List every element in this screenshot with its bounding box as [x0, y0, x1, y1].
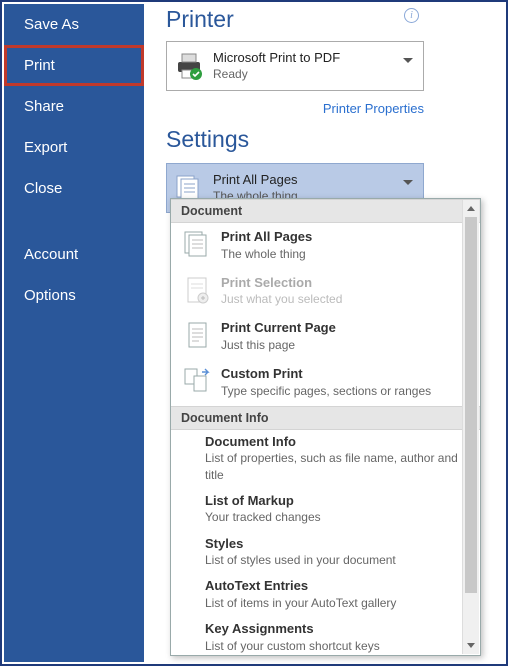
- option-title: Print All Pages: [221, 228, 312, 246]
- option-title: List of Markup: [205, 492, 470, 510]
- option-title: Key Assignments: [205, 620, 470, 638]
- backstage-print-view: Save As Print Share Export Close Account…: [0, 0, 508, 666]
- dropdown-option-print-selection: Print Selection Just what you selected: [171, 269, 480, 315]
- option-title: Document Info: [205, 433, 470, 451]
- dropdown-group-document: Document: [171, 199, 480, 223]
- dropdown-option-document-info[interactable]: Document Info List of properties, such a…: [171, 430, 480, 489]
- printer-name: Microsoft Print to PDF: [213, 50, 340, 67]
- scroll-down-button[interactable]: [463, 637, 479, 654]
- option-title: Print Current Page: [221, 319, 336, 337]
- sidebar-item-close[interactable]: Close: [4, 168, 144, 209]
- option-subtitle: List of your custom shortcut keys: [205, 638, 470, 654]
- print-what-title: Print All Pages: [213, 172, 298, 189]
- settings-section-title: Settings: [166, 126, 504, 153]
- option-subtitle: List of properties, such as file name, a…: [205, 450, 470, 482]
- option-subtitle: List of styles used in your document: [205, 552, 470, 568]
- scroll-up-button[interactable]: [463, 200, 479, 217]
- info-icon[interactable]: i: [404, 8, 419, 23]
- sidebar-item-print[interactable]: Print: [4, 45, 144, 86]
- dropdown-option-styles[interactable]: Styles List of styles used in your docum…: [171, 532, 480, 575]
- option-title: Print Selection: [221, 274, 342, 292]
- option-subtitle: Just what you selected: [221, 291, 342, 307]
- sidebar-item-export[interactable]: Export: [4, 127, 144, 168]
- pages-stack-icon: [181, 228, 213, 260]
- sidebar-item-share[interactable]: Share: [4, 86, 144, 127]
- printer-icon: [173, 50, 205, 82]
- printer-status: Ready: [213, 67, 340, 83]
- dropdown-option-print-current-page[interactable]: Print Current Page Just this page: [171, 314, 480, 360]
- selection-page-icon: [181, 274, 213, 306]
- scrollbar-thumb[interactable]: [465, 217, 477, 593]
- dropdown-option-custom-print[interactable]: Custom Print Type specific pages, sectio…: [171, 360, 480, 406]
- dropdown-option-list-of-markup[interactable]: List of Markup Your tracked changes: [171, 489, 480, 532]
- option-subtitle: Just this page: [221, 337, 336, 353]
- sidebar-item-save-as[interactable]: Save As: [4, 4, 144, 45]
- sidebar-item-options[interactable]: Options: [4, 275, 144, 316]
- custom-pages-icon: [181, 365, 213, 397]
- single-page-icon: [181, 319, 213, 351]
- dropdown-scrollbar[interactable]: [462, 200, 479, 654]
- option-subtitle: The whole thing: [221, 246, 312, 262]
- option-title: Custom Print: [221, 365, 431, 383]
- backstage-sidebar: Save As Print Share Export Close Account…: [4, 4, 144, 662]
- option-title: Styles: [205, 535, 470, 553]
- dropdown-option-print-all-pages[interactable]: Print All Pages The whole thing: [171, 223, 480, 269]
- option-title: AutoText Entries: [205, 577, 470, 595]
- option-subtitle: Your tracked changes: [205, 509, 470, 525]
- chevron-down-icon: [403, 58, 413, 64]
- printer-properties-link[interactable]: Printer Properties: [166, 101, 424, 116]
- dropdown-option-autotext-entries[interactable]: AutoText Entries List of items in your A…: [171, 574, 480, 617]
- dropdown-group-document-info: Document Info: [171, 406, 480, 430]
- option-subtitle: List of items in your AutoText gallery: [205, 595, 470, 611]
- printer-section-title: Printer: [166, 6, 504, 33]
- chevron-down-icon: [403, 180, 413, 186]
- dropdown-option-key-assignments[interactable]: Key Assignments List of your custom shor…: [171, 617, 480, 655]
- option-subtitle: Type specific pages, sections or ranges: [221, 383, 431, 399]
- sidebar-item-account[interactable]: Account: [4, 234, 144, 275]
- print-what-dropdown: Document Print All Pages The whole thing: [170, 198, 481, 656]
- printer-selector[interactable]: Microsoft Print to PDF Ready: [166, 41, 424, 91]
